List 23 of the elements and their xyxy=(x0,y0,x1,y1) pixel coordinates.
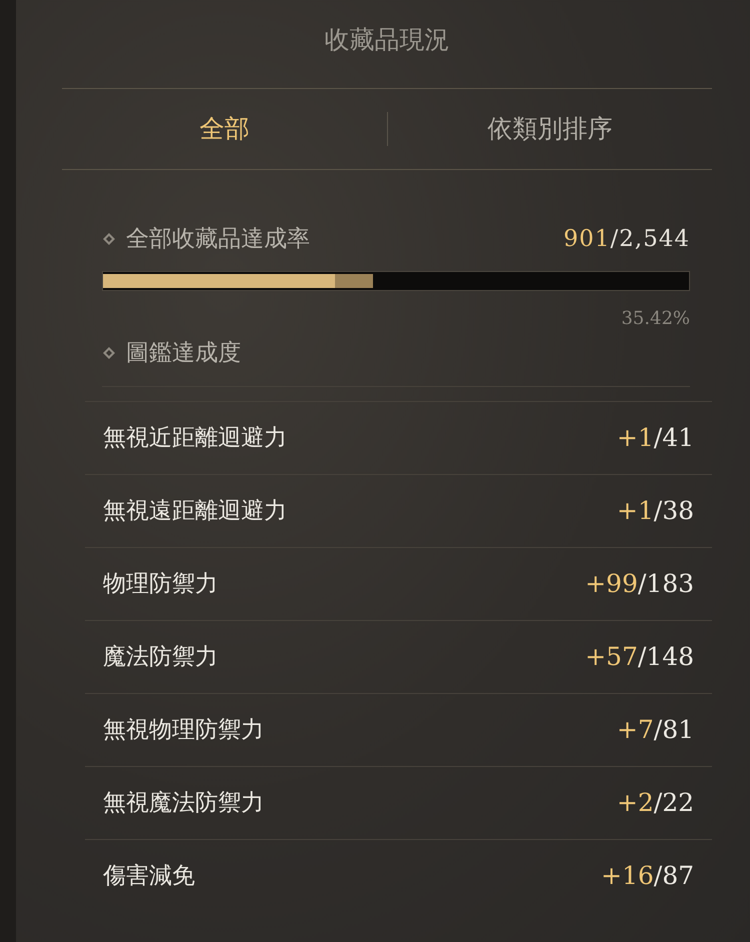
diamond-icon xyxy=(102,346,116,360)
section-label: 圖鑑達成度 xyxy=(126,338,241,368)
stat-value: +1/41 xyxy=(616,422,694,454)
stat-value: +99/183 xyxy=(585,568,694,600)
stat-value: +2/22 xyxy=(616,787,694,820)
section-label: 全部收藏品達成率 xyxy=(126,225,310,254)
stat-name: 魔法防禦力 xyxy=(103,642,218,672)
stat-value: +57/148 xyxy=(585,641,694,674)
achievement-count: 901/2,544 xyxy=(564,225,690,254)
panel-title: 收藏品現況 xyxy=(324,24,450,56)
tab[interactable]: 全部 xyxy=(62,104,386,154)
stat-value: +1/38 xyxy=(616,495,694,528)
stat-name: 傷害減免 xyxy=(103,862,195,891)
stat-value: +16/87 xyxy=(601,860,694,892)
stat-name: 無視遠距離迴避力 xyxy=(103,496,287,526)
stat-name: 無視物理防禦力 xyxy=(103,716,264,745)
stat-value: +7/81 xyxy=(616,714,694,746)
stat-name: 無視魔法防禦力 xyxy=(103,788,264,818)
percent-text: 35.42% xyxy=(621,308,690,328)
diamond-icon xyxy=(102,232,116,246)
tab[interactable]: 依類別排序 xyxy=(388,104,712,154)
stat-name: 無視近距離迴避力 xyxy=(103,424,287,453)
stat-name: 物理防禦力 xyxy=(103,570,218,599)
